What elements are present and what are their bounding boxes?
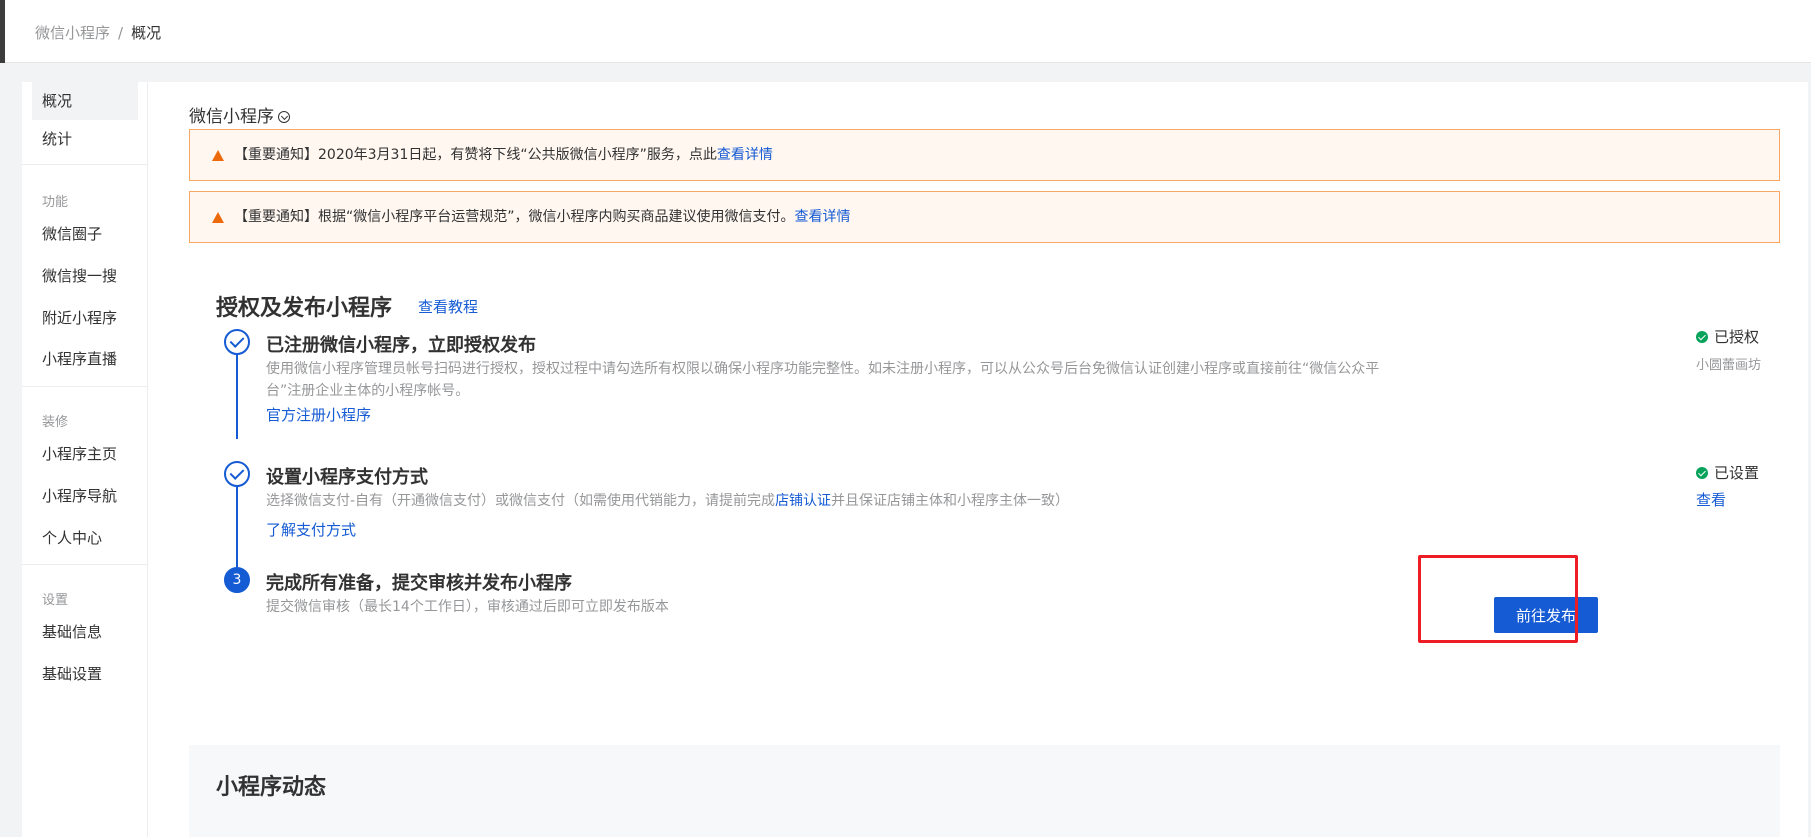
top-bar: 微信小程序 / 概况 xyxy=(0,0,1811,63)
payment-method-link[interactable]: 了解支付方式 xyxy=(266,519,356,540)
sidebar-item-wechat-search[interactable]: 微信搜一搜 xyxy=(32,257,138,295)
top-bar-accent xyxy=(0,0,5,63)
step-title: 设置小程序支付方式 xyxy=(266,467,428,488)
step-description: 选择微信支付-自有（开通微信支付）或微信支付（如需使用代销能力，请提前完成店铺认… xyxy=(266,490,1396,512)
sidebar-item-personal-center[interactable]: 个人中心 xyxy=(32,519,138,557)
notice-text: 【重要通知】2020年3月31日起，有赞将下线“公共版微信小程序”服务，点此 xyxy=(234,147,717,163)
sidebar-divider xyxy=(22,386,148,387)
step-title: 完成所有准备，提交审核并发布小程序 xyxy=(266,573,572,594)
dynamics-title: 小程序动态 xyxy=(216,775,327,800)
breadcrumb-current: 概况 xyxy=(131,24,162,42)
notice-banner: 【重要通知】根据“微信小程序平台运营规范”，微信小程序内购买商品建议使用微信支付… xyxy=(189,191,1780,243)
step-title: 已注册微信小程序，立即授权发布 xyxy=(266,335,536,356)
step-number-badge: 3 xyxy=(224,567,250,593)
success-check-icon xyxy=(1696,467,1708,479)
tutorial-link[interactable]: 查看教程 xyxy=(418,296,478,317)
sidebar-divider xyxy=(22,164,148,165)
notice-text: 【重要通知】根据“微信小程序平台运营规范”，微信小程序内购买商品建议使用微信支付… xyxy=(234,209,795,225)
sidebar-item-basic-settings[interactable]: 基础设置 xyxy=(32,655,138,693)
status-badge: 已设置 xyxy=(1696,462,1759,483)
notice-detail-link[interactable]: 查看详情 xyxy=(717,147,773,163)
success-check-icon xyxy=(1696,331,1708,343)
publish-button[interactable]: 前往发布 xyxy=(1494,597,1598,633)
sidebar-item-wechat-circle[interactable]: 微信圈子 xyxy=(32,215,138,253)
sidebar-item-statistics[interactable]: 统计 xyxy=(32,120,138,158)
sidebar: 概况 统计 功能 微信圈子 微信搜一搜 附近小程序 小程序直播 装修 小程序主页… xyxy=(22,82,148,837)
step-description-text: 选择微信支付-自有（开通微信支付）或微信支付（如需使用代销能力，请提前完成 xyxy=(266,493,776,509)
status-text: 已设置 xyxy=(1714,464,1760,482)
warning-icon xyxy=(212,150,224,161)
status-text: 已授权 xyxy=(1714,328,1760,346)
sidebar-group-settings: 设置 xyxy=(42,593,69,608)
notice-detail-link[interactable]: 查看详情 xyxy=(795,209,851,225)
step-connector xyxy=(236,475,238,571)
step-description: 提交微信审核（最长14个工作日），审核通过后即可立即发布版本 xyxy=(266,599,669,615)
notice-banner: 【重要通知】2020年3月31日起，有赞将下线“公共版微信小程序”服务，点此查看… xyxy=(189,129,1780,181)
section-title: 授权及发布小程序 xyxy=(216,296,393,321)
miniprogram-dynamics-panel: 小程序动态 xyxy=(189,745,1780,837)
breadcrumb: 微信小程序 / 概况 xyxy=(35,22,161,43)
authorized-account-name: 小圆蕾画坊 xyxy=(1696,358,1762,373)
store-verification-link[interactable]: 店铺认证 xyxy=(775,493,831,509)
breadcrumb-parent[interactable]: 微信小程序 xyxy=(35,24,110,42)
sidebar-item-navigation[interactable]: 小程序导航 xyxy=(32,477,138,515)
step-description-text: 并且保证店铺主体和小程序主体一致） xyxy=(831,493,1070,509)
status-badge: 已授权 xyxy=(1696,326,1759,347)
register-miniprogram-link[interactable]: 官方注册小程序 xyxy=(266,404,371,425)
breadcrumb-separator: / xyxy=(118,24,124,42)
sidebar-item-basic-info[interactable]: 基础信息 xyxy=(32,613,138,651)
page-title-text: 微信小程序 xyxy=(189,107,274,127)
chevron-down-icon[interactable] xyxy=(278,111,290,123)
sidebar-group-decoration: 装修 xyxy=(42,415,69,430)
step-connector xyxy=(236,343,238,439)
step-description: 使用微信小程序管理员帐号扫码进行授权，授权过程中请勾选所有权限以确保小程序功能完… xyxy=(266,361,1380,399)
main-content: 微信小程序 【重要通知】2020年3月31日起，有赞将下线“公共版微信小程序”服… xyxy=(168,82,1808,837)
sidebar-item-homepage[interactable]: 小程序主页 xyxy=(32,435,138,473)
check-circle-icon xyxy=(224,461,250,487)
view-payment-link[interactable]: 查看 xyxy=(1696,489,1726,510)
sidebar-item-live[interactable]: 小程序直播 xyxy=(32,340,138,378)
content-card: 概况 统计 功能 微信圈子 微信搜一搜 附近小程序 小程序直播 装修 小程序主页… xyxy=(22,82,1808,837)
warning-icon xyxy=(212,212,224,223)
sidebar-divider xyxy=(22,564,148,565)
check-circle-icon xyxy=(224,329,250,355)
sidebar-item-overview[interactable]: 概况 xyxy=(32,82,138,120)
page-title[interactable]: 微信小程序 xyxy=(189,102,290,127)
sidebar-group-features: 功能 xyxy=(42,195,69,210)
sidebar-item-nearby-miniprogram[interactable]: 附近小程序 xyxy=(32,299,138,337)
